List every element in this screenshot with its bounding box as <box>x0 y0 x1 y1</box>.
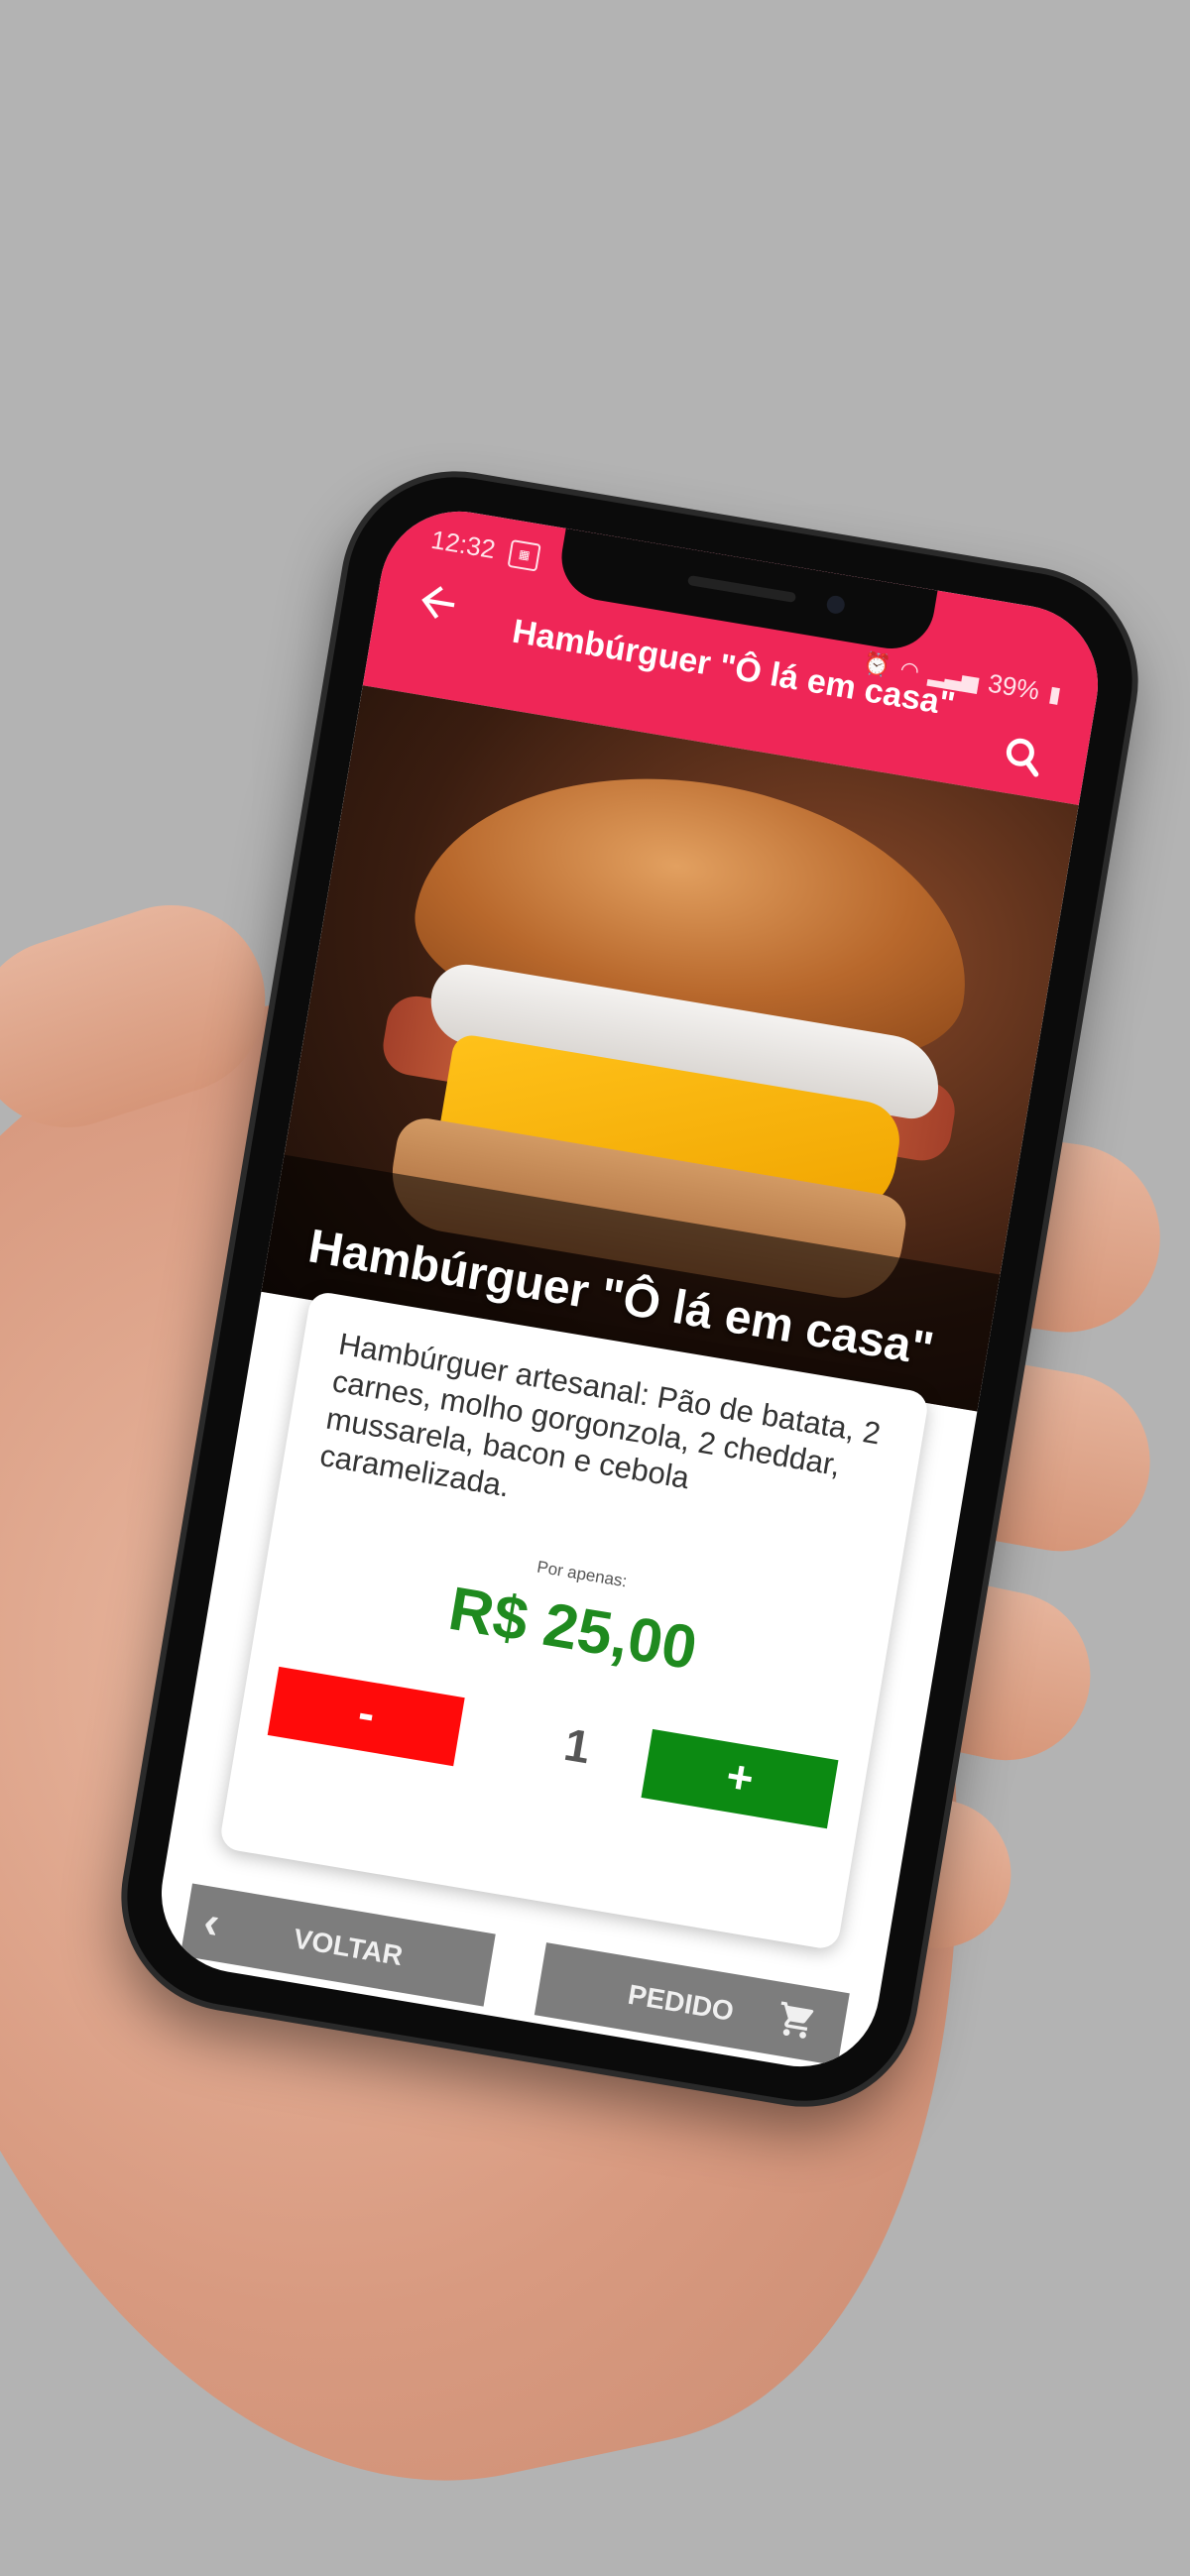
back-button[interactable]: ‹ VOLTAR <box>179 1883 496 2007</box>
search-icon[interactable] <box>998 731 1050 783</box>
status-time: 12:32 <box>428 524 498 565</box>
speaker-grille <box>687 574 797 603</box>
sim-icon: ▦ <box>507 539 541 572</box>
chevron-left-icon: ‹ <box>199 1895 224 1949</box>
arrow-left-icon[interactable] <box>410 574 467 632</box>
product-card: Hambúrguer artesanal: Pão de batata, 2 c… <box>218 1290 930 1951</box>
front-camera <box>825 594 847 616</box>
quantity-value: 1 <box>560 1717 595 1774</box>
order-button-label: PEDIDO <box>626 1978 737 2028</box>
cart-icon <box>780 2001 814 2039</box>
order-button[interactable]: PEDIDO <box>534 1942 850 2066</box>
back-button-label: VOLTAR <box>291 1923 406 1972</box>
decrease-quantity-button[interactable]: - <box>267 1666 465 1767</box>
battery-icon: ▮ <box>1046 680 1063 707</box>
increase-quantity-button[interactable]: + <box>641 1728 839 1829</box>
